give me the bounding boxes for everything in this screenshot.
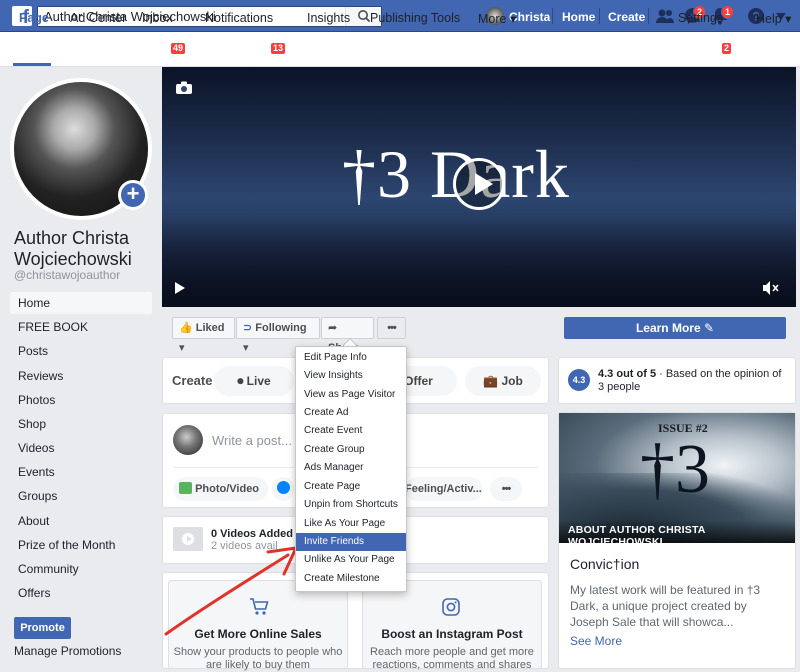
promote-button[interactable]: Promote bbox=[14, 617, 71, 639]
page-nav bbox=[0, 32, 800, 67]
nav-divider bbox=[599, 8, 600, 24]
sidebar-item-community[interactable]: Community bbox=[10, 558, 152, 580]
job-label: Job bbox=[501, 374, 523, 388]
photo-video-button[interactable]: Photo/Video bbox=[173, 477, 268, 501]
sidebar-item-events[interactable]: Events bbox=[10, 461, 152, 483]
sidebar-item-prize[interactable]: Prize of the Month bbox=[10, 534, 152, 556]
promo-description: Show your products to people who are lik… bbox=[173, 646, 343, 671]
create-label: Create bbox=[172, 373, 213, 388]
liked-button[interactable]: 👍 Liked ▾ bbox=[172, 317, 235, 354]
nav-divider bbox=[552, 8, 553, 24]
promo-title: Boost an Instagram Post bbox=[381, 627, 523, 641]
sidebar-item-home[interactable]: Home bbox=[10, 292, 152, 314]
tab-more[interactable]: More ▾ bbox=[478, 11, 516, 26]
composer-more-button[interactable]: ••• bbox=[490, 477, 522, 501]
learn-more-button[interactable]: Learn More ✎ bbox=[564, 317, 786, 339]
sidebar-item-videos[interactable]: Videos bbox=[10, 437, 152, 459]
camera-icon[interactable] bbox=[176, 81, 192, 94]
menu-item-create-event[interactable]: Create Event bbox=[296, 422, 406, 440]
menu-item-create-ad[interactable]: Create Ad bbox=[296, 404, 406, 422]
tab-insights[interactable]: Insights bbox=[307, 11, 350, 25]
menu-item-unlike-as-page[interactable]: Unlike As Your Page bbox=[296, 551, 406, 569]
mute-icon[interactable] bbox=[762, 280, 780, 296]
sidebar-item-offers[interactable]: Offers bbox=[10, 582, 152, 604]
about-heading[interactable]: ABOUT AUTHOR CHRISTA WOJCIECHOWSKI bbox=[568, 524, 800, 548]
instagram-icon bbox=[442, 598, 460, 616]
rss-icon: ⊃ bbox=[243, 322, 253, 334]
sidebar-item-groups[interactable]: Groups bbox=[10, 485, 152, 507]
about-cover-art: †3 bbox=[640, 431, 710, 508]
video-play-icon[interactable] bbox=[175, 282, 185, 294]
menu-item-like-as-page[interactable]: Like As Your Page bbox=[296, 515, 406, 533]
about-description: My latest work will be featured in †3 Da… bbox=[570, 583, 761, 629]
sidebar-item-photos[interactable]: Photos bbox=[10, 389, 152, 411]
help-menu[interactable]: Help ▾ bbox=[756, 11, 791, 26]
live-button[interactable]: ⏺ Live bbox=[214, 366, 294, 396]
rating-text: 4.3 out of 5 · Based on the opinion of 3… bbox=[598, 368, 788, 394]
feeling-activity-button[interactable]: Feeling/Activ... bbox=[405, 477, 483, 501]
friend-requests-icon[interactable] bbox=[655, 8, 675, 24]
page-handle: @christawojoauthor bbox=[14, 268, 121, 282]
play-icon[interactable] bbox=[453, 158, 505, 210]
cover-shade bbox=[162, 217, 796, 307]
messenger-post-button[interactable] bbox=[272, 477, 294, 501]
tab-ad-center[interactable]: Ad Center bbox=[70, 11, 126, 25]
rating-score: 4.3 bbox=[568, 369, 590, 391]
messenger-small-icon bbox=[277, 481, 290, 494]
about-title[interactable]: Convic†ion bbox=[570, 556, 639, 572]
sidebar-item-reviews[interactable]: Reviews bbox=[10, 365, 152, 387]
live-video-icon: ⏺ bbox=[237, 374, 244, 388]
share-icon: ➦ bbox=[328, 322, 338, 334]
tab-notifications[interactable]: Notifications bbox=[205, 11, 273, 25]
thumbs-up-icon: 👍 bbox=[179, 322, 193, 334]
see-more-link[interactable]: See More bbox=[570, 634, 622, 648]
menu-item-view-as-visitor[interactable]: View as Page Visitor bbox=[296, 386, 406, 404]
menu-item-create-page[interactable]: Create Page bbox=[296, 478, 406, 496]
menu-item-edit-page-info[interactable]: Edit Page Info bbox=[296, 349, 406, 367]
briefcase-icon: 💼 bbox=[483, 374, 499, 388]
photo-video-label: Photo/Video bbox=[195, 483, 260, 495]
menu-item-invite-friends[interactable]: Invite Friends bbox=[296, 533, 406, 551]
menu-item-create-group[interactable]: Create Group bbox=[296, 441, 406, 459]
menu-item-view-insights[interactable]: View Insights bbox=[296, 367, 406, 385]
tab-publishing-tools[interactable]: Publishing Tools bbox=[370, 11, 460, 25]
following-button[interactable]: ⊃ Following ▾ bbox=[236, 317, 320, 354]
page-name: Author Christa Wojciechowski bbox=[14, 228, 132, 269]
sidebar-item-shop[interactable]: Shop bbox=[10, 413, 152, 435]
more-options-button[interactable]: ••• bbox=[377, 317, 406, 339]
tab-inbox[interactable]: Inbox bbox=[142, 11, 173, 25]
write-post-input[interactable]: Write a post... bbox=[212, 433, 292, 448]
share-button[interactable]: ➦ Share bbox=[321, 317, 374, 354]
sidebar-item-free-book[interactable]: FREE BOOK bbox=[10, 316, 152, 338]
inbox-badge: 49 bbox=[171, 43, 186, 54]
composer-avatar bbox=[173, 425, 203, 455]
live-label: Live bbox=[246, 374, 271, 388]
tab-page[interactable]: Page bbox=[19, 11, 49, 25]
manage-promotions-link[interactable]: Manage Promotions bbox=[14, 644, 121, 658]
menu-item-ads-manager[interactable]: Ads Manager bbox=[296, 459, 406, 477]
active-tab-indicator bbox=[13, 63, 51, 66]
menu-item-create-milestone[interactable]: Create Milestone bbox=[296, 570, 406, 588]
photo-icon bbox=[179, 482, 192, 494]
add-photo-icon[interactable]: + bbox=[118, 180, 148, 210]
settings-badge: 2 bbox=[722, 43, 732, 54]
rating-bold: 4.3 out of 5 bbox=[598, 368, 657, 380]
nav-divider bbox=[648, 8, 649, 24]
job-button[interactable]: 💼 Job bbox=[465, 366, 541, 396]
settings-link[interactable]: Settings bbox=[678, 11, 723, 25]
create-link[interactable]: Create bbox=[608, 10, 645, 24]
search-icon bbox=[358, 10, 371, 23]
sidebar-item-about[interactable]: About bbox=[10, 510, 152, 532]
home-link[interactable]: Home bbox=[562, 10, 595, 24]
promo-description: Reach more people and get more reactions… bbox=[370, 646, 534, 671]
cover-video[interactable]: †3 Dark bbox=[162, 67, 796, 307]
notifications-tab-badge: 13 bbox=[271, 43, 286, 54]
offer-label: Offer bbox=[404, 374, 433, 388]
menu-item-unpin-shortcuts[interactable]: Unpin from Shortcuts bbox=[296, 496, 406, 514]
sidebar-item-posts[interactable]: Posts bbox=[10, 340, 152, 362]
